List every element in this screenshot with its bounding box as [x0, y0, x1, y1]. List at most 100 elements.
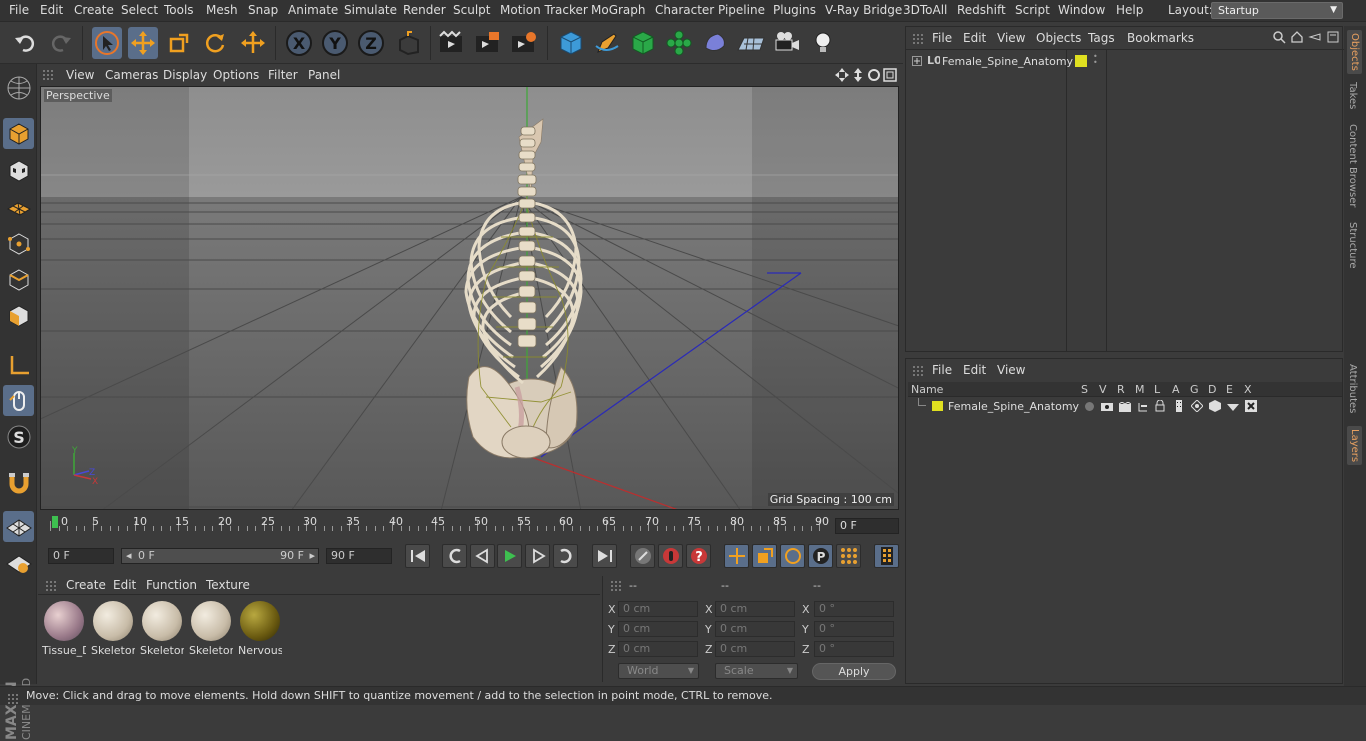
layer-menu-edit[interactable]: Edit — [963, 363, 986, 377]
xref-toggle-icon[interactable] — [1245, 400, 1257, 415]
viewport-menu-cameras[interactable]: Cameras — [105, 68, 158, 82]
size-z-field[interactable]: 0 cm — [715, 641, 795, 657]
home-icon[interactable] — [1290, 30, 1304, 47]
cloner-icon[interactable] — [664, 27, 694, 59]
go-to-start-icon[interactable] — [405, 544, 430, 568]
layer-menu-file[interactable]: File — [932, 363, 952, 377]
pen-icon[interactable] — [592, 27, 622, 59]
rot-h-field[interactable]: 0 ° — [814, 601, 894, 617]
menu-snap[interactable]: Snap — [248, 3, 278, 17]
column-name[interactable]: Name — [911, 383, 943, 396]
column-generators[interactable]: G — [1190, 383, 1199, 396]
light-icon[interactable] — [808, 27, 838, 59]
column-manager[interactable]: M — [1135, 383, 1145, 396]
material-swatch[interactable]: Skeletor — [189, 599, 233, 659]
tab-objects[interactable]: Objects — [1347, 30, 1362, 74]
floor-icon[interactable] — [736, 27, 766, 59]
object-menu-edit[interactable]: Edit — [963, 31, 986, 45]
workplane-icon[interactable] — [3, 191, 34, 222]
pos-y-field[interactable]: 0 cm — [618, 621, 698, 637]
timeline-window-icon[interactable] — [874, 544, 899, 568]
expand-icon[interactable] — [912, 55, 922, 69]
menu-3dtoall[interactable]: 3DToAll — [903, 3, 947, 17]
pos-x-field[interactable]: 0 cm — [618, 601, 698, 617]
column-view[interactable]: V — [1099, 383, 1107, 396]
material-swatch[interactable]: Skeletor — [91, 599, 135, 659]
key-pla-icon[interactable] — [836, 544, 861, 568]
menu-script[interactable]: Script — [1015, 3, 1050, 17]
layer-name[interactable]: Female_Spine_Anatomy — [948, 400, 1079, 413]
tab-takes[interactable]: Takes — [1347, 82, 1358, 109]
material-swatch[interactable]: Tissue_D — [42, 599, 86, 659]
tab-attributes[interactable]: Attributes — [1347, 364, 1358, 413]
previous-key-icon[interactable] — [442, 544, 467, 568]
column-deformers[interactable]: D — [1208, 383, 1216, 396]
material-swatch[interactable]: Nervous — [238, 599, 282, 659]
object-menu-objects[interactable]: Objects — [1036, 31, 1081, 45]
viewport-menu-options[interactable]: Options — [213, 68, 259, 82]
model-mode-icon[interactable] — [3, 118, 34, 149]
menu-mesh[interactable]: Mesh — [206, 3, 238, 17]
viewport-rotate-icon[interactable] — [867, 68, 881, 85]
object-row[interactable]: L0 Female_Spine_Anatomy • • — [910, 53, 1340, 69]
y-axis-icon[interactable]: Y — [320, 27, 350, 59]
frame-range-slider[interactable]: ◂ 0 F 90 F ▸ — [121, 548, 319, 564]
subdivision-icon[interactable] — [628, 27, 658, 59]
column-animation[interactable]: A — [1172, 383, 1180, 396]
viewport-menu-panel[interactable]: Panel — [308, 68, 340, 82]
menu-select[interactable]: Select — [121, 3, 158, 17]
menu-vray-bridge[interactable]: V-Ray Bridge — [825, 3, 902, 17]
layout-select[interactable]: Startup ▼ — [1211, 2, 1343, 19]
menu-tools[interactable]: Tools — [164, 3, 194, 17]
menu-motion-tracker[interactable]: Motion Tracker — [500, 3, 588, 17]
coordinate-system-icon[interactable] — [394, 27, 424, 59]
material-menu-edit[interactable]: Edit — [113, 578, 136, 592]
size-mode-select[interactable]: Scale ▼ — [715, 663, 798, 679]
layer-browser-icon[interactable] — [1308, 30, 1322, 47]
scale-icon[interactable] — [164, 27, 194, 59]
redo-icon[interactable] — [46, 27, 76, 59]
edges-mode-icon[interactable] — [3, 264, 34, 295]
layer-color-swatch[interactable] — [932, 401, 943, 411]
menu-sculpt[interactable]: Sculpt — [453, 3, 490, 17]
record-active-icon[interactable] — [658, 544, 683, 568]
render-toggle-icon[interactable] — [1118, 401, 1132, 415]
viewport-pan-icon[interactable] — [835, 68, 849, 85]
snap-icon[interactable]: S — [3, 421, 34, 452]
camera-icon[interactable] — [772, 27, 802, 59]
object-menu-file[interactable]: File — [932, 31, 952, 45]
material-swatch[interactable]: Skeletor — [140, 599, 184, 659]
autokey-icon[interactable]: ? — [686, 544, 711, 568]
axis-mode-icon[interactable] — [3, 349, 34, 380]
pos-z-field[interactable]: 0 cm — [618, 641, 698, 657]
render-settings-icon[interactable] — [509, 27, 539, 59]
polygons-mode-icon[interactable] — [3, 300, 34, 331]
material-menu-function[interactable]: Function — [146, 578, 197, 592]
column-render[interactable]: R — [1117, 383, 1125, 396]
next-key-icon[interactable] — [553, 544, 578, 568]
rotate-icon[interactable] — [200, 27, 230, 59]
coordinate-mode-select[interactable]: World ▼ — [618, 663, 699, 679]
visibility-dots-icon[interactable]: • • — [1093, 53, 1098, 67]
deformer-icon[interactable] — [700, 27, 730, 59]
deformers-toggle-icon[interactable] — [1209, 400, 1221, 415]
solo-toggle-icon[interactable] — [1085, 402, 1094, 411]
apply-button[interactable]: Apply — [812, 663, 896, 680]
rot-p-field[interactable]: 0 ° — [814, 621, 894, 637]
menu-simulate[interactable]: Simulate — [344, 3, 397, 17]
menu-redshift[interactable]: Redshift — [957, 3, 1006, 17]
manager-toggle-icon[interactable] — [1137, 401, 1149, 415]
render-view-icon[interactable] — [437, 27, 467, 59]
view-toggle-icon[interactable] — [1101, 401, 1113, 415]
key-parameter-icon[interactable]: P — [808, 544, 833, 568]
animation-toggle-icon[interactable] — [1174, 400, 1184, 415]
magnet-icon[interactable] — [3, 467, 34, 498]
object-name[interactable]: Female_Spine_Anatomy — [942, 55, 1073, 68]
menu-edit[interactable]: Edit — [40, 3, 63, 17]
size-x-field[interactable]: 0 cm — [715, 601, 795, 617]
viewport-maximize-icon[interactable] — [883, 68, 897, 85]
menu-window[interactable]: Window — [1058, 3, 1105, 17]
tab-structure[interactable]: Structure — [1347, 222, 1358, 269]
size-y-field[interactable]: 0 cm — [715, 621, 795, 637]
end-frame-field[interactable]: 90 F — [326, 548, 392, 564]
